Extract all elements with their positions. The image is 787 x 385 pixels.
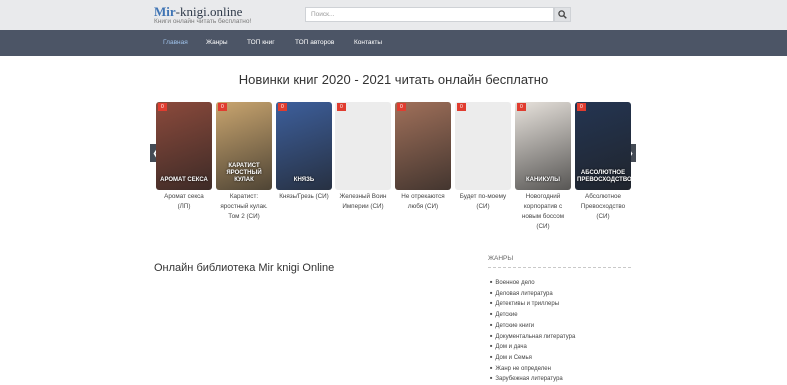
book-title-line: (СИ) <box>536 223 550 230</box>
book-cover[interactable]: 0 АБСОЛЮТНОЕ ПРЕВОСХОДСТВО <box>575 102 631 190</box>
book-cover[interactable]: 0 КНЯЗЬ <box>276 102 332 190</box>
book-title-line: Не отрекаются <box>401 193 445 200</box>
book-title-line: Аромат секса <box>164 193 204 200</box>
rating-badge: 0 <box>158 103 167 111</box>
book-title-line: Железный Воин <box>339 193 387 200</box>
rating-badge: 0 <box>278 103 287 111</box>
genres-heading: ЖАНРЫ <box>488 255 514 262</box>
rating-badge: 0 <box>337 103 346 111</box>
book-title-line: Новогодний <box>525 193 561 200</box>
genre-link[interactable]: Деловая литература <box>490 289 575 300</box>
book-card[interactable]: 0 КАНИКУЛЫ Новогодний корпоратив с новым бос… <box>515 102 571 232</box>
genre-link[interactable]: Военное дело <box>490 278 575 289</box>
search-icon <box>558 10 567 19</box>
book-title-line: Превосходство <box>580 203 626 210</box>
search-button[interactable] <box>554 7 571 22</box>
book-title[interactable]: Новогодний корпоратив с новым боссом (СИ) <box>515 192 571 232</box>
genre-link[interactable]: Детские книги <box>490 321 575 332</box>
book-title-line: корпоратив с <box>523 203 563 210</box>
book-title-line: Каратист: <box>229 193 259 200</box>
logo-rest: -knigi.online <box>175 4 243 19</box>
book-title-line: любя (СИ) <box>407 203 439 210</box>
nav-genres[interactable]: Жанры <box>206 39 228 46</box>
book-cover[interactable]: 0 <box>395 102 451 190</box>
genre-link[interactable]: Дом и дача <box>490 342 575 353</box>
book-title[interactable]: Князь/Грезь (СИ) <box>276 192 332 202</box>
book-title-line: Том 2 (СИ) <box>228 213 260 220</box>
book-title-line: яростный кулак. <box>220 203 268 210</box>
main-nav: Главная Жанры ТОП книг ТОП авторов Конта… <box>0 30 787 56</box>
rating-badge: 0 <box>397 103 406 111</box>
cover-title: АБСОЛЮТНОЕ ПРЕВОСХОДСТВО <box>577 170 631 183</box>
book-cover[interactable]: 0 КАРАТИСТ ЯРОСТНЫЙ КУЛАК <box>216 102 272 190</box>
top-header: Mir-knigi.online Книги онлайн читать бес… <box>0 0 787 30</box>
book-title-line: новым боссом <box>521 213 565 220</box>
book-card[interactable]: 0 Железный Воин Империи (СИ) <box>335 102 391 212</box>
book-title[interactable]: Абсолютное Превосходство (СИ) <box>575 192 631 222</box>
rating-badge: 0 <box>457 103 466 111</box>
rating-badge: 0 <box>577 103 586 111</box>
genre-link[interactable]: Детские <box>490 310 575 321</box>
cover-title: КНЯЗЬ <box>293 177 315 183</box>
genre-link[interactable]: Детективы и триллеры <box>490 299 575 310</box>
site-tagline: Книги онлайн читать бесплатно! <box>154 18 252 25</box>
book-title-line: Будет по-моему <box>459 193 507 200</box>
search-input[interactable]: Поиск... <box>305 7 554 22</box>
library-title: Онлайн библиотека Mir knigi Online <box>154 262 335 274</box>
genre-list: Военное дело Деловая литература Детектив… <box>490 278 575 385</box>
page-heading: Новинки книг 2020 - 2021 читать онлайн б… <box>238 72 549 87</box>
book-card[interactable]: 0 АБСОЛЮТНОЕ ПРЕВОСХОДСТВО Абсолютное Прево… <box>575 102 631 222</box>
book-cover[interactable]: 0 АРОМАТ СЕКСА <box>156 102 212 190</box>
book-title-line: (СИ) <box>596 213 610 220</box>
book-title[interactable]: Железный Воин Империи (СИ) <box>335 192 391 212</box>
book-cover[interactable]: 0 КАНИКУЛЫ <box>515 102 571 190</box>
book-card[interactable]: 0 КНЯЗЬ Князь/Грезь (СИ) <box>276 102 332 202</box>
book-title-line: Абсолютное <box>585 193 621 200</box>
book-title-line: (СИ) <box>476 203 490 210</box>
rating-badge: 0 <box>517 103 526 111</box>
cover-title: АРОМАТ СЕКСА <box>160 177 208 183</box>
nav-contacts[interactable]: Контакты <box>354 39 382 46</box>
book-title[interactable]: Каратист: яростный кулак. Том 2 (СИ) <box>216 192 272 222</box>
nav-top-authors[interactable]: ТОП авторов <box>295 39 334 46</box>
book-card[interactable]: 0 АРОМАТ СЕКСА Аромат секса (ЛП) <box>156 102 212 212</box>
genre-link[interactable]: Дом и Семья <box>490 353 575 364</box>
book-title[interactable]: Не отрекаются любя (СИ) <box>395 192 451 212</box>
book-cover[interactable]: 0 <box>455 102 511 190</box>
book-title-line: Князь/Грезь (СИ) <box>279 193 329 200</box>
genre-link[interactable]: Документальная литература <box>490 332 575 343</box>
logo-highlight: Mir <box>154 4 176 19</box>
genres-divider <box>488 267 631 268</box>
nav-top-books[interactable]: ТОП книг <box>247 39 275 46</box>
book-card[interactable]: 0 КАРАТИСТ ЯРОСТНЫЙ КУЛАК Каратист: яростны… <box>216 102 272 222</box>
cover-title: КАРАТИСТ ЯРОСТНЫЙ КУЛАК <box>226 163 262 183</box>
book-title-line: (ЛП) <box>177 203 191 210</box>
book-title-line: Империи (СИ) <box>342 203 384 210</box>
cover-title: КАНИКУЛЫ <box>525 177 561 183</box>
book-card[interactable]: 0 Будет по-моему (СИ) <box>455 102 511 212</box>
book-title[interactable]: Будет по-моему (СИ) <box>455 192 511 212</box>
book-cover[interactable]: 0 <box>335 102 391 190</box>
genre-link[interactable]: Жанр не определен <box>490 364 575 375</box>
rating-badge: 0 <box>218 103 227 111</box>
book-title[interactable]: Аромат секса (ЛП) <box>156 192 212 212</box>
genre-link[interactable]: Зарубежная литература <box>490 374 575 385</box>
book-card[interactable]: 0 Не отрекаются любя (СИ) <box>395 102 451 212</box>
nav-home[interactable]: Главная <box>163 39 188 46</box>
